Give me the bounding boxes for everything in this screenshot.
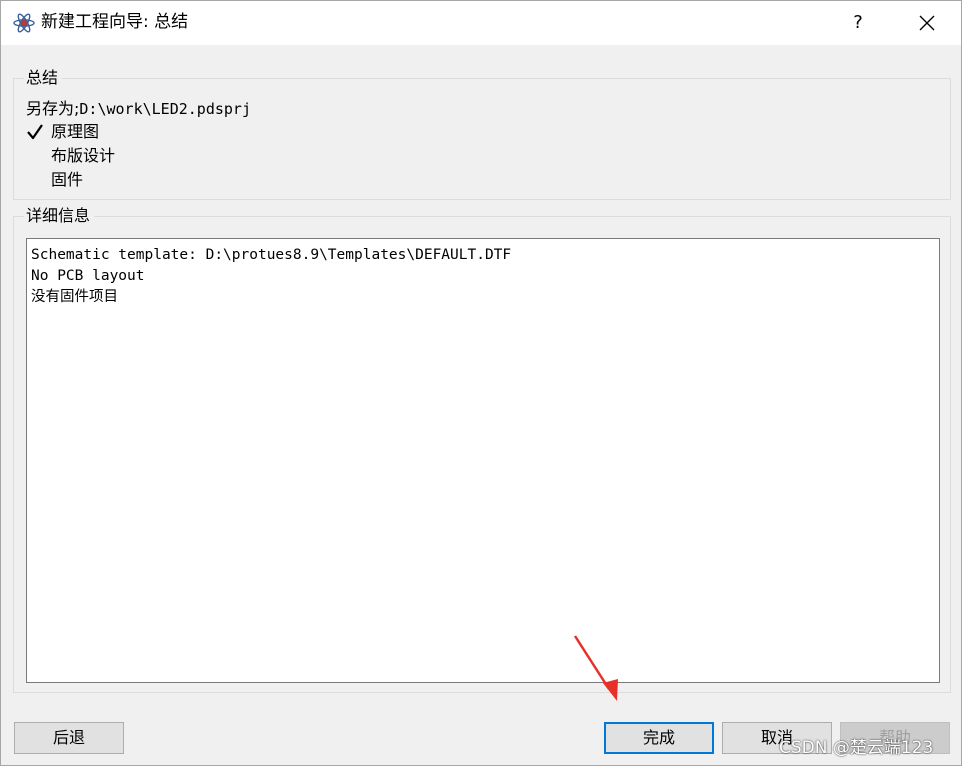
back-button[interactable]: 后退 [14, 722, 124, 754]
summary-item-pcb-layout: 布版设计 [51, 146, 116, 165]
title-bar[interactable]: 新建工程向导: 总结 ? [1, 1, 961, 45]
details-group-label: 详细信息 [24, 206, 95, 226]
checkmark-icon [27, 124, 43, 140]
save-as-path: D:\work\LED2.pdsprj [79, 100, 251, 118]
details-line-firmware: 没有固件项目 [31, 289, 118, 305]
window-title: 新建工程向导: 总结 [41, 12, 189, 32]
summary-item-firmware: 固件 [51, 170, 84, 189]
summary-group-label: 总结 [24, 68, 63, 88]
summary-group: 总结 另存为;D:\work\LED2.pdsprj 原理图 布版设计 固件 [13, 68, 951, 200]
save-as-line: 另存为;D:\work\LED2.pdsprj [26, 98, 251, 120]
proteus-app-icon [13, 13, 35, 33]
help-title-button[interactable]: ? [839, 3, 877, 43]
save-as-prefix: 另存为; [26, 99, 80, 118]
wizard-dialog: 新建工程向导: 总结 ? 总结 另存为;D:\work\LED2.pdsprj … [0, 0, 962, 766]
finish-button[interactable]: 完成 [604, 722, 714, 754]
close-button[interactable] [905, 3, 949, 43]
summary-item-schematic: 原理图 [51, 122, 100, 141]
annotation-arrow-icon [573, 635, 618, 701]
details-group: 详细信息 Schematic template: D:\protues8.9\T… [13, 206, 951, 693]
details-line-pcb: No PCB layout [31, 268, 145, 284]
close-icon [919, 15, 935, 31]
details-line-schematic: Schematic template: D:\protues8.9\Templa… [31, 247, 512, 263]
watermark: CSDN @楚云端123 [779, 738, 934, 758]
details-text-area[interactable]: Schematic template: D:\protues8.9\Templa… [26, 238, 940, 683]
